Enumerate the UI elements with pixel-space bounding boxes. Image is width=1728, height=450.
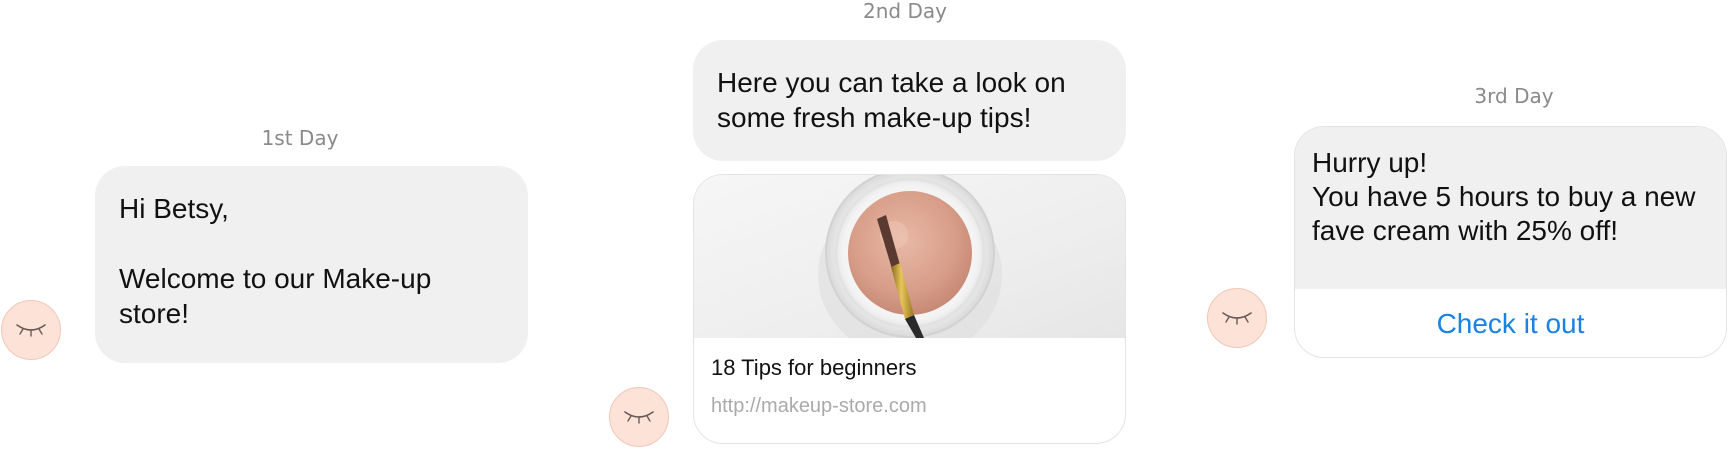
link-preview-card[interactable]: 18 Tips for beginners http://makeup-stor…	[693, 174, 1126, 444]
card-url[interactable]: http://makeup-store.com	[711, 395, 927, 417]
message-line: Hurry up!	[1312, 147, 1428, 178]
day-3-message-bubble: Hurry up! You have 5 hours to buy a new …	[1295, 127, 1726, 289]
bot-avatar	[1, 300, 61, 360]
day-1-label: 1st Day	[261, 126, 339, 150]
day-2-message-bubble: Here you can take a look on some fresh m…	[693, 40, 1126, 161]
card-title[interactable]: 18 Tips for beginners	[711, 355, 916, 380]
message-line: store!	[119, 298, 190, 329]
makeup-powder-image	[818, 175, 1002, 359]
day-2-label: 2nd Day	[863, 0, 947, 23]
message-line: Here you can take a look on	[717, 67, 1066, 98]
day-1-message-bubble: Hi Betsy, Welcome to our Make-up store!	[95, 166, 528, 363]
closed-eye-icon	[16, 324, 46, 337]
greeting-text: Hi Betsy,	[119, 193, 229, 224]
closed-eye-icon	[624, 411, 654, 424]
message-line: some fresh make-up tips!	[717, 102, 1032, 133]
day-3-message-card: Hurry up! You have 5 hours to buy a new …	[1294, 126, 1727, 358]
message-line: fave cream with 25% off!	[1312, 215, 1619, 246]
card-image	[694, 175, 1125, 359]
message-line: You have 5 hours to buy a new	[1312, 181, 1696, 212]
bot-avatar	[1207, 288, 1267, 348]
day-3-label: 3rd Day	[1474, 84, 1554, 108]
bot-avatar	[609, 387, 669, 447]
message-line: Welcome to our Make-up	[119, 263, 432, 294]
closed-eye-icon	[1222, 312, 1252, 325]
check-it-out-button[interactable]: Check it out	[1295, 289, 1726, 357]
